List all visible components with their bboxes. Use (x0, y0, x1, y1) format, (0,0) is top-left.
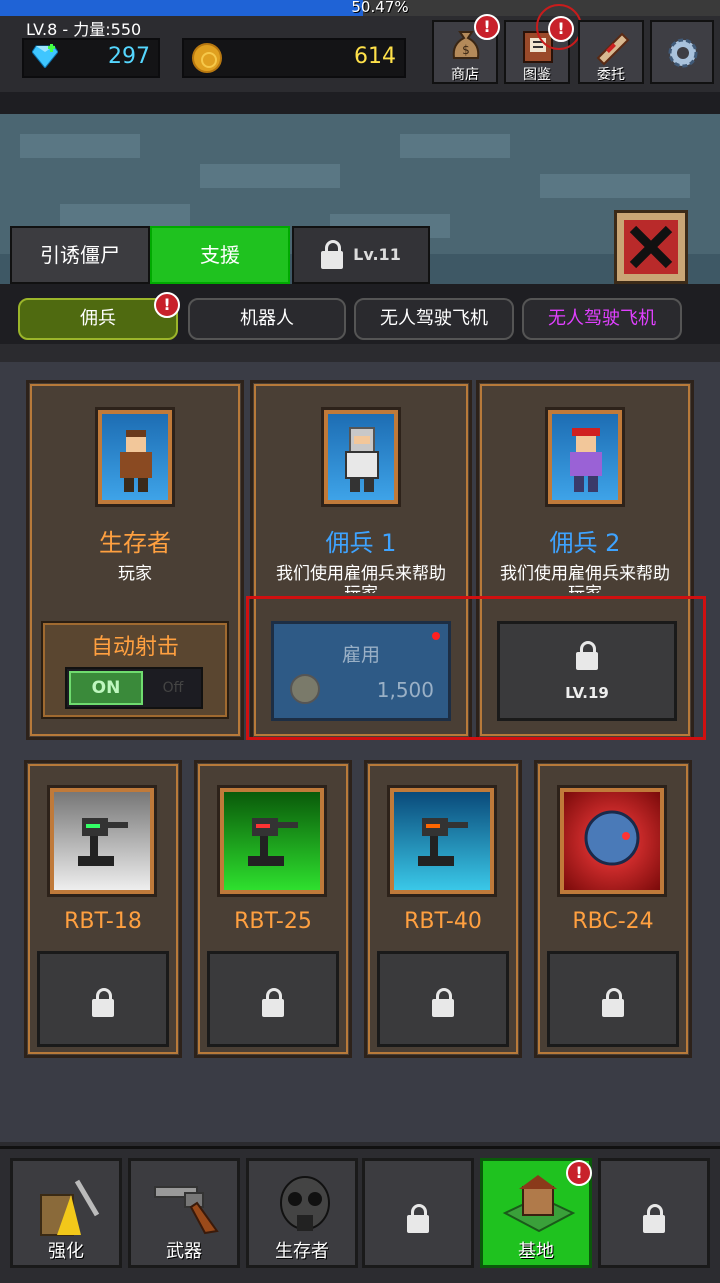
tab-locked-level: Lv.11 (353, 245, 401, 264)
base-house-icon (502, 1175, 576, 1233)
lock-icon (262, 988, 284, 1017)
lock-icon (407, 1204, 429, 1233)
nav-survivor[interactable]: 生存者 (246, 1158, 358, 1268)
drone-orb-icon (584, 810, 640, 866)
level-power-text: LV.8 - 力量:550 (26, 20, 142, 39)
turret-robot-icon (418, 818, 468, 866)
robot-locked-button[interactable] (377, 951, 509, 1047)
revolver-icon (154, 1186, 219, 1235)
survivor-portrait (95, 407, 175, 507)
survivor-name: 生存者 (99, 529, 171, 557)
diamond-icon (32, 44, 58, 68)
lock-icon (92, 988, 114, 1017)
toggle-on[interactable]: ON (69, 671, 143, 705)
nav-locked-1[interactable] (362, 1158, 474, 1268)
rbt40-portrait (387, 785, 497, 897)
shop-alert-badge: ! (474, 14, 500, 40)
subtab-drone[interactable]: 无人驾驶飞机 (354, 298, 514, 340)
nav-base-label: 基地 (518, 1241, 554, 1262)
auto-fire-toggle[interactable]: ON Off (65, 667, 203, 709)
coin-icon (192, 43, 222, 73)
tab-lure-zombie[interactable]: 引诱僵尸 (10, 226, 150, 284)
mercenary-2-desc-line2: 玩家 (479, 579, 691, 593)
commission-label: 委托 (597, 67, 625, 83)
nav-locked-2[interactable] (598, 1158, 710, 1268)
mercenary-1-avatar-icon (345, 427, 379, 492)
upgrade-tools-icon (40, 1179, 100, 1236)
survivor-card: 生存者 玩家 自动射击 ON Off (26, 380, 244, 740)
nav-survivor-label: 生存者 (275, 1241, 329, 1262)
nav-upgrade-label: 强化 (48, 1241, 84, 1262)
survivor-desc: 玩家 (118, 564, 152, 584)
mercenary-alert-badge: ! (154, 292, 180, 318)
robot-card-rbt40: RBT-40 (364, 760, 522, 1058)
gem-count: 297 (108, 44, 150, 69)
base-alert-badge: ! (566, 1160, 592, 1186)
gear-icon (668, 38, 698, 68)
header-divider (0, 92, 720, 114)
tab-locked[interactable]: Lv.11 (292, 226, 430, 284)
robot-card-rbt18: RBT-18 (24, 760, 182, 1058)
mercenary-2-avatar-icon (570, 428, 602, 492)
mercenary-2-name: 佣兵 2 (549, 529, 621, 557)
svg-text:$: $ (462, 43, 470, 57)
robot-name: RBT-18 (64, 909, 142, 934)
mercenary-1-portrait (321, 407, 401, 507)
robot-name: RBT-25 (234, 909, 312, 934)
nav-weapon-label: 武器 (166, 1241, 202, 1262)
turret-robot-icon (248, 818, 298, 866)
subtab-drone-special[interactable]: 无人驾驶飞机 (522, 298, 682, 340)
tutorial-highlight-frame (246, 596, 706, 740)
lock-icon (432, 988, 454, 1017)
coin-count: 614 (354, 44, 396, 69)
robot-locked-button[interactable] (207, 951, 339, 1047)
shop-label: 商店 (451, 67, 479, 83)
coin-counter[interactable]: 614 (182, 38, 406, 78)
rbt25-portrait (217, 785, 327, 897)
nav-upgrade[interactable]: 强化 (10, 1158, 122, 1268)
robot-name: RBC-24 (572, 909, 654, 934)
nav-weapon[interactable]: 武器 (128, 1158, 240, 1268)
mercenary-2-portrait (545, 407, 625, 507)
commission-button[interactable]: 委托 (578, 20, 644, 84)
lock-icon (321, 239, 344, 269)
rbc24-portrait (557, 785, 667, 897)
settings-button[interactable] (650, 20, 714, 84)
toggle-off[interactable]: Off (147, 671, 199, 705)
mercenary-1-desc-line2: 玩家 (253, 579, 469, 593)
auto-fire-label: 自动射击 (90, 635, 179, 660)
lock-icon (602, 988, 624, 1017)
robot-card-rbc24: RBC-24 (534, 760, 692, 1058)
rbt18-portrait (47, 785, 157, 897)
lock-icon (643, 1204, 665, 1233)
robot-name: RBT-40 (404, 909, 482, 934)
survivor-avatar-icon (120, 430, 152, 492)
gas-mask-icon (280, 1176, 330, 1231)
mercenary-1-name: 佣兵 1 (325, 529, 397, 557)
codex-alert-ring (536, 4, 582, 50)
scroll-icon (596, 32, 630, 66)
robot-locked-button[interactable] (547, 951, 679, 1047)
tab-support[interactable]: 支援 (150, 226, 290, 284)
gem-counter[interactable]: 297 (22, 38, 160, 78)
robot-locked-button[interactable] (37, 951, 169, 1047)
turret-robot-icon (78, 818, 128, 866)
codex-label: 图鉴 (523, 67, 551, 83)
subtab-robot[interactable]: 机器人 (188, 298, 346, 340)
xp-percent-text: 50.47% (351, 0, 409, 16)
auto-fire-panel: 自动射击 ON Off (41, 621, 229, 719)
close-icon (629, 225, 673, 269)
robot-card-rbt25: RBT-25 (194, 760, 352, 1058)
close-button[interactable] (614, 210, 688, 284)
